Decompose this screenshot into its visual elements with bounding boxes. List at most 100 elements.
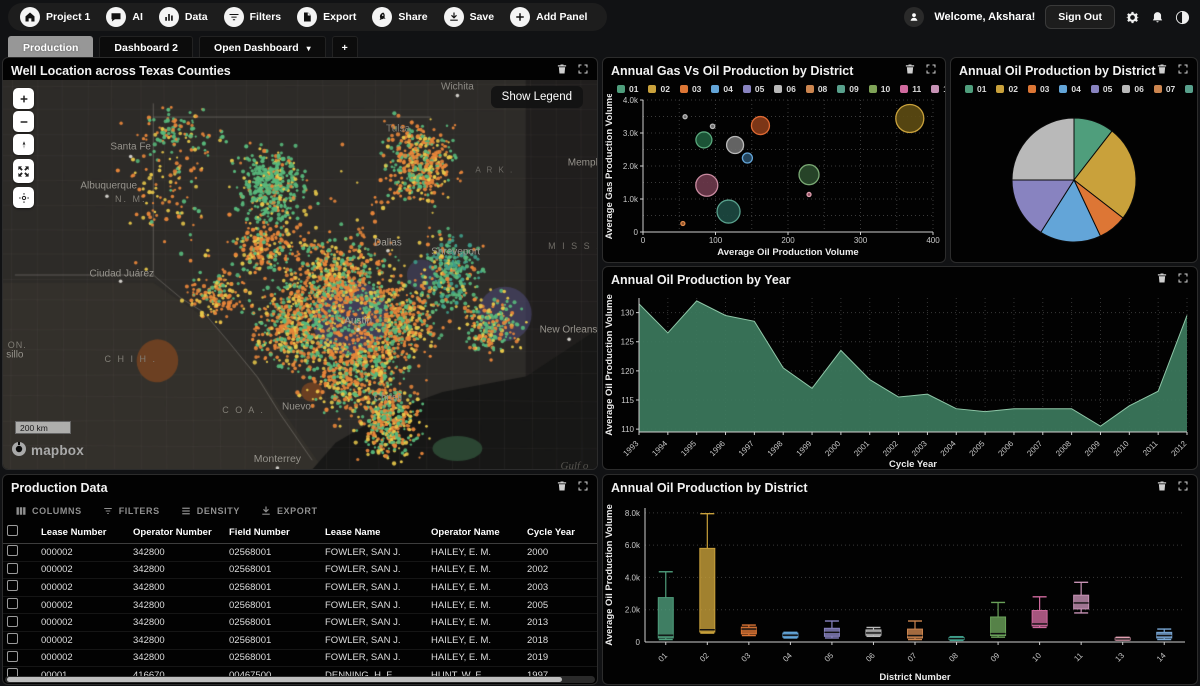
column-header[interactable]: Oil Gas Co xyxy=(595,521,598,544)
row-checkbox[interactable] xyxy=(7,651,18,662)
bubble-point[interactable] xyxy=(717,200,740,223)
table-row[interactable]: 00000234280002568001FOWLER, SAN J.HAILEY… xyxy=(3,579,598,597)
table-row[interactable]: 00000234280002568001FOWLER, SAN J.HAILEY… xyxy=(3,596,598,614)
legend-item[interactable]: 08 xyxy=(806,84,827,94)
legend-item[interactable]: 01 xyxy=(965,84,986,94)
expand-icon[interactable] xyxy=(1177,271,1189,289)
map-zoom-out-button[interactable] xyxy=(13,111,34,132)
legend-item[interactable]: 10 xyxy=(869,84,890,94)
table-toolbar-columns[interactable]: COLUMNS xyxy=(15,505,82,517)
map-compass-button[interactable] xyxy=(13,134,34,155)
expand-icon[interactable] xyxy=(577,479,589,497)
box-06[interactable] xyxy=(866,627,881,636)
select-all-checkbox[interactable] xyxy=(7,525,18,536)
row-checkbox[interactable] xyxy=(7,580,18,591)
nav-item-filters[interactable]: Filters xyxy=(222,5,292,29)
map-fullscreen-button[interactable] xyxy=(13,159,34,183)
column-header[interactable]: Lease Number xyxy=(37,521,129,544)
legend-item[interactable]: 02 xyxy=(648,84,669,94)
nav-item-add-panel[interactable]: Add Panel xyxy=(508,5,597,29)
bubble-point[interactable] xyxy=(727,137,744,154)
nav-item-ai[interactable]: AI xyxy=(104,5,153,29)
legend-item[interactable]: 05 xyxy=(743,84,764,94)
pie-slice-06[interactable] xyxy=(1012,118,1074,180)
trash-icon[interactable] xyxy=(1156,479,1168,497)
legend-item[interactable]: 07 xyxy=(1154,84,1175,94)
column-header[interactable]: Operator Name xyxy=(427,521,523,544)
box-14[interactable] xyxy=(1157,629,1172,639)
bubble-point[interactable] xyxy=(742,153,752,163)
legend-item[interactable]: 09 xyxy=(837,84,858,94)
bubble-chart[interactable]: 01.0k2.0k3.0k4.0k0100200300400Average Oi… xyxy=(603,94,945,262)
row-checkbox[interactable] xyxy=(7,545,18,556)
bubble-point[interactable] xyxy=(896,104,924,132)
expand-icon[interactable] xyxy=(925,62,937,80)
table-toolbar-density[interactable]: DENSITY xyxy=(180,505,240,517)
legend-item[interactable]: 01 xyxy=(617,84,638,94)
trash-icon[interactable] xyxy=(556,62,568,80)
box-10[interactable] xyxy=(1032,597,1047,628)
settings-gear-icon[interactable] xyxy=(1125,10,1140,25)
legend-item[interactable]: 03 xyxy=(1028,84,1049,94)
trash-icon[interactable] xyxy=(1156,271,1168,289)
table-toolbar-filters[interactable]: FILTERS xyxy=(102,505,160,517)
legend-item[interactable]: 02 xyxy=(996,84,1017,94)
nav-item-save[interactable]: Save xyxy=(442,5,505,29)
legend-item[interactable]: 04 xyxy=(711,84,732,94)
box-08[interactable] xyxy=(949,637,964,641)
table-row[interactable]: 00000234280002568001FOWLER, SAN J.HAILEY… xyxy=(3,561,598,579)
box-01[interactable] xyxy=(658,572,673,640)
map-zoom-in-button[interactable] xyxy=(13,88,34,109)
box-11[interactable] xyxy=(1074,582,1089,613)
legend-item[interactable]: 13 xyxy=(931,84,945,94)
nav-item-export[interactable]: Export xyxy=(295,5,366,29)
show-legend-button[interactable]: Show Legend xyxy=(491,86,583,108)
table-toolbar-export[interactable]: EXPORT xyxy=(260,505,318,517)
box-05[interactable] xyxy=(824,621,839,638)
column-header[interactable]: Cycle Year xyxy=(523,521,595,544)
theme-contrast-icon[interactable] xyxy=(1175,10,1190,25)
legend-item[interactable]: 11 xyxy=(900,84,921,94)
legend-item[interactable]: ... xyxy=(1185,84,1197,94)
map-geolocate-button[interactable] xyxy=(13,187,34,208)
pie-chart[interactable] xyxy=(951,94,1197,262)
bubble-point[interactable] xyxy=(799,165,819,185)
box-plot-chart[interactable]: 02.0k4.0k6.0k8.0k01020304050607080910111… xyxy=(603,500,1197,685)
table-row[interactable]: 00000234280002568001FOWLER, SAN J.HAILEY… xyxy=(3,649,598,667)
column-header[interactable]: Operator Number xyxy=(129,521,225,544)
bubble-point[interactable] xyxy=(696,132,712,148)
box-07[interactable] xyxy=(908,621,923,640)
bubble-point[interactable] xyxy=(710,124,714,128)
table-scrollbar-thumb[interactable] xyxy=(7,677,562,682)
mapbox-logo[interactable]: mapbox xyxy=(11,441,84,460)
box-02[interactable] xyxy=(700,514,715,633)
bubble-point[interactable] xyxy=(751,117,769,135)
nav-item-data[interactable]: Data xyxy=(157,5,218,29)
bubble-point[interactable] xyxy=(683,115,687,119)
table-row[interactable]: 00000234280002568001FOWLER, SAN J.HAILEY… xyxy=(3,544,598,562)
bubble-point[interactable] xyxy=(696,174,718,196)
bubble-point[interactable] xyxy=(681,222,685,226)
row-checkbox[interactable] xyxy=(7,563,18,574)
column-header[interactable]: Lease Name xyxy=(321,521,427,544)
box-03[interactable] xyxy=(741,625,756,635)
legend-item[interactable]: 05 xyxy=(1091,84,1112,94)
row-checkbox[interactable] xyxy=(7,633,18,644)
row-checkbox[interactable] xyxy=(7,598,18,609)
expand-icon[interactable] xyxy=(1177,479,1189,497)
legend-item[interactable]: 03 xyxy=(680,84,701,94)
box-13[interactable] xyxy=(1115,637,1130,640)
column-header[interactable]: Field Number xyxy=(225,521,321,544)
box-04[interactable] xyxy=(783,632,798,638)
trash-icon[interactable] xyxy=(1156,62,1168,80)
legend-item[interactable]: 06 xyxy=(774,84,795,94)
box-09[interactable] xyxy=(991,602,1006,637)
notifications-bell-icon[interactable] xyxy=(1150,10,1165,25)
sign-out-button[interactable]: Sign Out xyxy=(1045,5,1115,29)
trash-icon[interactable] xyxy=(904,62,916,80)
bubble-point[interactable] xyxy=(807,192,811,196)
nav-item-share[interactable]: Share xyxy=(370,5,437,29)
row-checkbox[interactable] xyxy=(7,616,18,627)
legend-item[interactable]: 06 xyxy=(1122,84,1143,94)
table-row[interactable]: 0000141667000467500DENNING, H. F.HUNT, W… xyxy=(3,684,598,685)
